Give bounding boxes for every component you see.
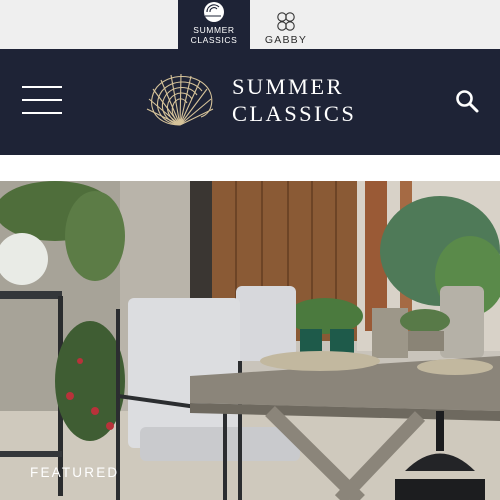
logo-wordmark: SUMMER CLASSICS <box>232 73 356 127</box>
brand-tab-gabby-label: GABBY <box>264 34 308 46</box>
hamburger-menu-icon[interactable] <box>22 86 62 116</box>
patio-dining-scene <box>0 181 500 500</box>
nautilus-shell-icon <box>146 73 214 126</box>
nautilus-icon <box>204 2 224 22</box>
brand-tab-label-line1: SUMMER <box>193 25 235 35</box>
brand-tab-gabby[interactable]: GABBY <box>250 0 322 49</box>
brand-switcher: SUMMER CLASSICS GABBY <box>0 0 500 49</box>
summer-classics-logo[interactable]: SUMMER CLASSICS <box>143 69 363 131</box>
hero-image[interactable] <box>0 181 500 500</box>
search-icon[interactable] <box>454 88 480 114</box>
site-header: SUMMER CLASSICS <box>0 49 500 155</box>
brand-tab-summer-classics[interactable]: SUMMER CLASSICS <box>178 0 250 49</box>
brand-tab-label-line2: CLASSICS <box>190 35 238 45</box>
logo-line1: SUMMER <box>232 74 344 99</box>
gabby-monogram-icon <box>277 12 295 31</box>
logo-line2: CLASSICS <box>232 101 357 126</box>
featured-caption: FEATURED <box>30 465 120 480</box>
